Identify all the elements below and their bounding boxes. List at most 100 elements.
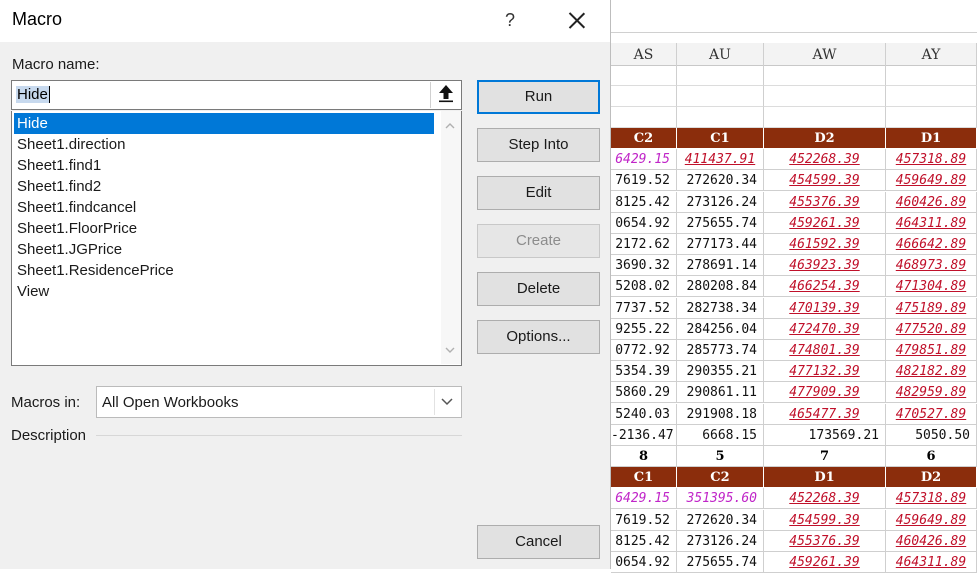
sheet-cell[interactable]: 482182.89 xyxy=(886,361,977,383)
chevron-down-icon[interactable] xyxy=(434,389,459,415)
sheet-cell[interactable]: 477520.89 xyxy=(886,318,977,340)
macro-list-item[interactable]: Sheet1.ResidencePrice xyxy=(14,260,434,281)
scroll-up-icon[interactable] xyxy=(445,121,455,131)
close-icon[interactable] xyxy=(558,6,596,34)
sheet-header-cell[interactable]: C2 xyxy=(611,128,677,149)
sheet-cell[interactable]: 351395.60 xyxy=(677,488,764,510)
sheet-cell[interactable]: 452268.39 xyxy=(764,149,886,171)
sheet-cell[interactable] xyxy=(886,107,977,128)
sheet-cell[interactable]: 277173.44 xyxy=(677,234,764,255)
sheet-cell[interactable]: 411437.91 xyxy=(677,149,764,171)
sheet-cell[interactable]: 291908.18 xyxy=(677,403,764,425)
column-header-au[interactable]: AU xyxy=(677,43,764,65)
sheet-cell[interactable]: 273126.24 xyxy=(677,191,764,213)
sheet-cell[interactable] xyxy=(611,65,677,86)
sheet-cell[interactable]: 6668.15 xyxy=(677,424,764,446)
sheet-cell[interactable]: 454599.39 xyxy=(764,509,886,531)
sheet-cell[interactable]: 275655.74 xyxy=(677,212,764,234)
sheet-cell[interactable]: 5050.50 xyxy=(886,424,977,446)
sheet-cell[interactable]: 290861.11 xyxy=(677,382,764,404)
sheet-cell[interactable]: 5 xyxy=(677,446,764,467)
sheet-cell[interactable]: 282738.34 xyxy=(677,297,764,319)
sheet-cell[interactable]: -2136.47 xyxy=(611,424,677,446)
sheet-cell[interactable]: 464311.89 xyxy=(886,212,977,234)
sheet-cell[interactable]: 459649.89 xyxy=(886,509,977,531)
sheet-cell[interactable]: 272620.34 xyxy=(677,509,764,531)
sheet-cell[interactable]: 6 xyxy=(886,446,977,467)
delete-button[interactable]: Delete xyxy=(477,272,600,306)
sheet-cell[interactable] xyxy=(677,86,764,107)
sheet-cell[interactable]: 457318.89 xyxy=(886,488,977,510)
sheet-cell[interactable]: 470139.39 xyxy=(764,297,886,319)
sheet-cell[interactable]: 460426.89 xyxy=(886,191,977,213)
sheet-cell[interactable]: 454599.39 xyxy=(764,170,886,192)
macro-list-item[interactable]: Sheet1.FloorPrice xyxy=(14,218,434,239)
sheet-cell[interactable] xyxy=(611,86,677,107)
sheet-header-cell[interactable]: C1 xyxy=(677,128,764,149)
column-header-ay[interactable]: AY xyxy=(886,43,977,65)
sheet-cell[interactable]: 455376.39 xyxy=(764,191,886,213)
sheet-cell[interactable]: 7619.52 xyxy=(611,509,677,531)
sheet-cell[interactable]: 3690.32 xyxy=(611,255,677,277)
sheet-cell[interactable]: 285773.74 xyxy=(677,340,764,361)
macro-list-item[interactable]: Hide xyxy=(14,113,434,134)
sheet-cell[interactable]: 5240.03 xyxy=(611,403,677,425)
sheet-cell[interactable]: 470527.89 xyxy=(886,403,977,425)
sheet-cell[interactable]: 463923.39 xyxy=(764,255,886,277)
sheet-header-cell[interactable]: D1 xyxy=(886,128,977,149)
sheet-cell[interactable]: 471304.89 xyxy=(886,276,977,298)
sheet-cell[interactable]: 455376.39 xyxy=(764,530,886,552)
column-header-aw[interactable]: AW xyxy=(764,43,886,65)
sheet-cell[interactable]: 461592.39 xyxy=(764,234,886,255)
sheet-cell[interactable]: 459261.39 xyxy=(764,552,886,573)
sheet-cell[interactable]: 9255.22 xyxy=(611,318,677,340)
sheet-cell[interactable]: 272620.34 xyxy=(677,170,764,192)
sheet-cell[interactable]: 280208.84 xyxy=(677,276,764,298)
sheet-header-cell[interactable]: D2 xyxy=(886,467,977,489)
edit-button[interactable]: Edit xyxy=(477,176,600,210)
macro-list-item[interactable]: Sheet1.find1 xyxy=(14,155,434,176)
sheet-cell[interactable]: 459261.39 xyxy=(764,212,886,234)
sheet-cell[interactable] xyxy=(611,107,677,128)
sheet-cell[interactable]: 0654.92 xyxy=(611,552,677,573)
sheet-cell[interactable] xyxy=(764,65,886,86)
sheet-cell[interactable]: 6429.15 xyxy=(611,149,677,171)
sheet-cell[interactable] xyxy=(886,86,977,107)
macro-list-item[interactable]: Sheet1.findcancel xyxy=(14,197,434,218)
sheet-cell[interactable]: 459649.89 xyxy=(886,170,977,192)
sheet-cell[interactable]: 5860.29 xyxy=(611,382,677,404)
sheet-cell[interactable] xyxy=(677,65,764,86)
sheet-cell[interactable]: 457318.89 xyxy=(886,149,977,171)
sheet-cell[interactable]: 468973.89 xyxy=(886,255,977,277)
sheet-cell[interactable]: 8 xyxy=(611,446,677,467)
options-button[interactable]: Options... xyxy=(477,320,600,354)
sheet-cell[interactable]: 290355.21 xyxy=(677,361,764,383)
sheet-cell[interactable]: 8125.42 xyxy=(611,530,677,552)
sheet-cell[interactable]: 472470.39 xyxy=(764,318,886,340)
sheet-cell[interactable]: 0654.92 xyxy=(611,212,677,234)
sheet-cell[interactable]: 477909.39 xyxy=(764,382,886,404)
scroll-down-icon[interactable] xyxy=(445,345,455,355)
sheet-cell[interactable]: 482959.89 xyxy=(886,382,977,404)
sheet-cell[interactable]: 465477.39 xyxy=(764,403,886,425)
help-button[interactable]: ? xyxy=(498,7,522,33)
macro-list[interactable]: Hide Sheet1.direction Sheet1.find1 Sheet1.f… xyxy=(11,111,462,366)
list-scrollbar[interactable] xyxy=(441,111,461,364)
macro-name-input[interactable]: Hide xyxy=(11,80,462,110)
sheet-cell[interactable]: 0772.92 xyxy=(611,340,677,361)
sheet-cell[interactable]: 7 xyxy=(764,446,886,467)
sheet-cell[interactable]: 475189.89 xyxy=(886,297,977,319)
sheet-header-cell[interactable]: C1 xyxy=(611,467,677,489)
sheet-cell[interactable]: 6429.15 xyxy=(611,488,677,510)
sheet-header-cell[interactable]: C2 xyxy=(677,467,764,489)
sheet-cell[interactable]: 452268.39 xyxy=(764,488,886,510)
sheet-header-cell[interactable]: D2 xyxy=(764,128,886,149)
run-button[interactable]: Run xyxy=(477,80,600,114)
sheet-cell[interactable] xyxy=(886,65,977,86)
macro-list-item[interactable]: View xyxy=(14,281,434,302)
step-into-button[interactable]: Step Into xyxy=(477,128,600,162)
sheet-cell[interactable]: 5208.02 xyxy=(611,276,677,298)
macros-in-select[interactable]: All Open Workbooks xyxy=(96,386,462,418)
sheet-cell[interactable]: 460426.89 xyxy=(886,530,977,552)
sheet-cell[interactable] xyxy=(677,107,764,128)
